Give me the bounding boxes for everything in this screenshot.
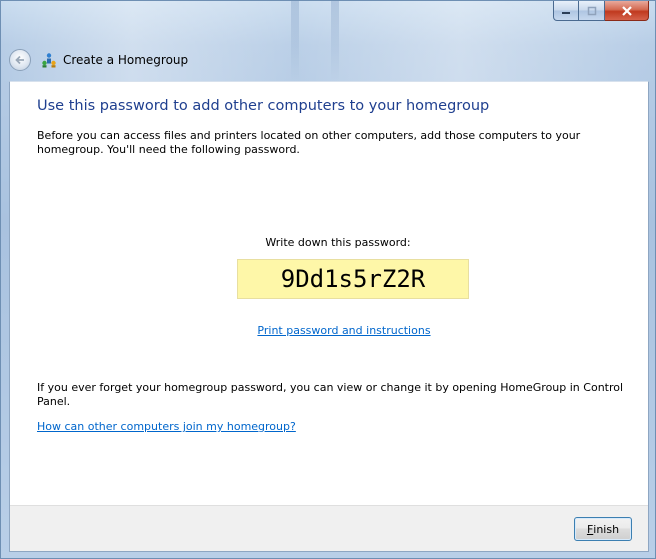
password-label: Write down this password: [265, 236, 411, 249]
back-button[interactable] [9, 49, 31, 71]
password-display[interactable]: 9Dd1s5rZ2R [237, 259, 469, 299]
footer-bar: Finish [10, 505, 648, 551]
close-button[interactable] [605, 1, 649, 21]
back-arrow-icon [15, 55, 24, 65]
homegroup-icon [42, 53, 56, 68]
window-frame: Create a Homegroup Use this password to … [0, 0, 656, 559]
print-password-link[interactable]: Print password and instructions [37, 324, 651, 337]
maximize-button[interactable] [579, 1, 605, 21]
caption-buttons [553, 1, 649, 21]
minimize-button[interactable] [553, 1, 579, 21]
window-title: Create a Homegroup [63, 53, 189, 67]
finish-button[interactable]: Finish [574, 517, 632, 541]
glass-streak [331, 1, 339, 81]
minimize-icon [562, 11, 570, 14]
page-heading: Use this password to add other computers… [37, 98, 490, 114]
intro-text: Before you can access files and printers… [37, 129, 581, 156]
forget-password-text: If you ever forget your homegroup passwo… [37, 381, 624, 408]
content-area: Use this password to add other computers… [37, 98, 627, 433]
glass-streak [291, 1, 299, 81]
navigation-row: Create a Homegroup [9, 47, 188, 73]
help-join-link[interactable]: How can other computers join my homegrou… [37, 420, 296, 433]
dialog-content: Use this password to add other computers… [9, 81, 649, 552]
maximize-icon [587, 6, 596, 15]
finish-label: inish [593, 522, 620, 536]
close-icon [621, 5, 632, 16]
